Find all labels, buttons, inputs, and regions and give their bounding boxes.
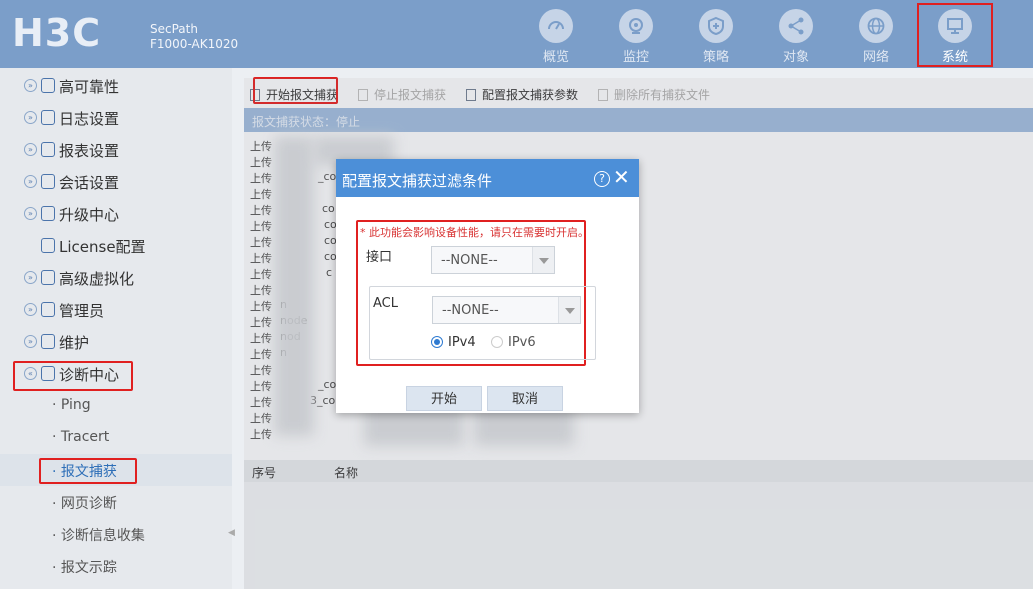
- interface-label: 接口: [366, 250, 393, 265]
- h3c-logo: H3C: [12, 11, 102, 55]
- nav-system[interactable]: 系统: [917, 3, 993, 67]
- interface-select[interactable]: --NONE--: [431, 246, 555, 274]
- sidebar-subitem-label: · 网页诊断: [52, 496, 117, 512]
- sidebar-item-high-availability[interactable]: » 高可靠性: [0, 70, 232, 102]
- globe-icon: [859, 9, 893, 43]
- nav-network-label: 网络: [862, 50, 889, 65]
- sidebar-subitem-label: · 诊断信息收集: [52, 528, 145, 544]
- sidebar-item-upgrade-center[interactable]: » 升级中心: [0, 198, 232, 230]
- sidebar-item-label: 管理员: [59, 302, 105, 320]
- chevron-down-icon: [558, 297, 580, 323]
- highlight-box: [13, 361, 133, 391]
- upload-icon: [41, 206, 55, 221]
- radio-checked-icon: [431, 336, 443, 348]
- start-button[interactable]: 开始: [406, 386, 482, 411]
- sidebar-subitem-label: · 报文示踪: [52, 560, 117, 576]
- nav-objects[interactable]: 对象: [761, 6, 831, 65]
- camera-icon: [619, 9, 653, 43]
- sidebar-item-label: 会话设置: [59, 174, 120, 192]
- sidebar-subitem-tracert[interactable]: · Tracert: [0, 422, 232, 454]
- chevron-down-icon: [532, 247, 554, 273]
- dialog-title: 配置报文捕获过滤条件: [342, 172, 493, 190]
- highlight-box: [39, 458, 137, 484]
- sidebar-item-advanced-virtualization[interactable]: » 高级虚拟化: [0, 262, 232, 294]
- collapse-arrow-icon[interactable]: ◀: [228, 528, 235, 538]
- ipv6-radio[interactable]: IPv6: [491, 335, 536, 350]
- sidebar-item-label: 维护: [59, 334, 90, 352]
- sidebar-item-label: 高可靠性: [59, 78, 120, 96]
- nav-objects-label: 对象: [782, 50, 809, 65]
- top-header: H3C SecPath F1000-AK1020 概览 监控 策略 对象 网络: [0, 0, 1033, 68]
- product-model: F1000-AK1020: [150, 37, 239, 51]
- sidebar-subitem-packet-trace[interactable]: · 报文示踪: [0, 550, 232, 582]
- acl-select[interactable]: --NONE--: [432, 296, 581, 324]
- nav-policy-label: 策略: [702, 50, 729, 65]
- nav-policy[interactable]: 策略: [681, 6, 751, 65]
- expand-icon: »: [24, 335, 37, 348]
- gauge-icon: [539, 9, 573, 43]
- sidebar-subitem-ping[interactable]: · Ping: [0, 390, 232, 422]
- product-line: SecPath: [150, 22, 198, 36]
- capture-filter-dialog: 配置报文捕获过滤条件 ? ✕ * 此功能会影响设备性能，请只在需要时开启。 接口…: [336, 159, 639, 413]
- sidebar-item-license[interactable]: License配置: [0, 230, 232, 262]
- expand-icon: »: [24, 111, 37, 124]
- dialog-title-bar: 配置报文捕获过滤条件 ? ✕: [336, 159, 639, 197]
- users-icon: [41, 302, 55, 317]
- expand-icon: »: [24, 79, 37, 92]
- sidebar-item-label: 高级虚拟化: [59, 270, 135, 288]
- tools-icon: [41, 334, 55, 349]
- interface-select-value: --NONE--: [441, 253, 498, 268]
- shield-icon: [699, 9, 733, 43]
- sidebar-item-maintenance[interactable]: » 维护: [0, 326, 232, 358]
- license-icon: [41, 238, 55, 253]
- radio-unchecked-icon: [491, 336, 503, 348]
- shield-icon: [41, 78, 55, 93]
- expand-icon: »: [24, 271, 37, 284]
- expand-icon: »: [24, 175, 37, 188]
- monitor-icon: [938, 9, 972, 43]
- expand-icon: »: [24, 303, 37, 316]
- sidebar-item-label: 升级中心: [59, 206, 120, 224]
- ipv4-radio[interactable]: IPv4: [431, 335, 476, 350]
- document-icon: [41, 110, 55, 125]
- sidebar-item-label: License配置: [59, 238, 146, 256]
- performance-warning: * 此功能会影响设备性能，请只在需要时开启。: [360, 226, 589, 239]
- sidebar-item-label: 报表设置: [59, 142, 120, 160]
- sidebar-item-label: 日志设置: [59, 110, 120, 128]
- sidebar-splitter[interactable]: ◀: [228, 68, 244, 589]
- sidebar-subitem-label: · Tracert: [52, 429, 110, 445]
- acl-label: ACL: [373, 296, 398, 311]
- sidebar-subitem-web-diagnosis[interactable]: · 网页诊断: [0, 486, 232, 518]
- ipv4-label: IPv4: [448, 335, 476, 350]
- sidebar: » 高可靠性 » 日志设置 » 报表设置 » 会话设置 » 升级中心 Licen…: [0, 68, 232, 589]
- product-name: SecPath F1000-AK1020: [150, 22, 238, 52]
- help-icon[interactable]: ?: [594, 171, 610, 187]
- nav-overview-label: 概览: [542, 50, 569, 65]
- nav-monitor[interactable]: 监控: [601, 6, 671, 65]
- nav-network[interactable]: 网络: [841, 6, 911, 65]
- expand-icon: »: [24, 207, 37, 220]
- sidebar-subitem-label: · Ping: [52, 397, 91, 413]
- nav-monitor-label: 监控: [622, 50, 649, 65]
- sidebar-item-administrators[interactable]: » 管理员: [0, 294, 232, 326]
- nav-overview[interactable]: 概览: [521, 6, 591, 65]
- nav-system-label: 系统: [941, 50, 968, 65]
- expand-icon: »: [24, 143, 37, 156]
- sidebar-item-report-settings[interactable]: » 报表设置: [0, 134, 232, 166]
- cancel-button[interactable]: 取消: [487, 386, 563, 411]
- virtualization-icon: [41, 270, 55, 285]
- acl-select-value: --NONE--: [442, 303, 499, 318]
- sidebar-item-session-settings[interactable]: » 会话设置: [0, 166, 232, 198]
- share-icon: [779, 9, 813, 43]
- chat-icon: [41, 174, 55, 189]
- sidebar-item-log-settings[interactable]: » 日志设置: [0, 102, 232, 134]
- report-icon: [41, 142, 55, 157]
- sidebar-subitem-diag-info-collect[interactable]: · 诊断信息收集: [0, 518, 232, 550]
- ipv6-label: IPv6: [508, 335, 536, 350]
- close-icon[interactable]: ✕: [613, 167, 630, 187]
